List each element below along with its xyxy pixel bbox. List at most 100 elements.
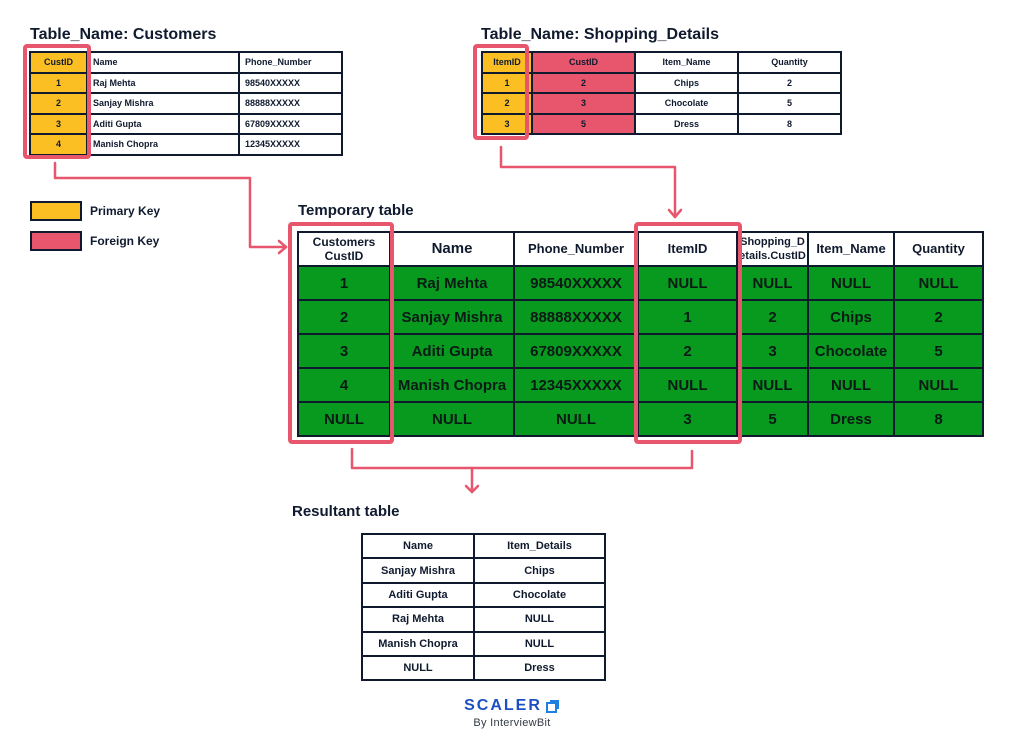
- column-header-customers-custid: Customers CustID: [297, 231, 391, 267]
- temporary-table-title: Temporary table: [298, 202, 414, 219]
- temp-to-resultant-connector: [350, 447, 694, 470]
- cell: NULL: [637, 265, 738, 301]
- cell: 3: [736, 333, 809, 369]
- column-header-phone: Phone_Number: [238, 51, 343, 74]
- table-row: 2 Sanjay Mishra 88888XXXXX: [29, 92, 343, 115]
- column-header-shopping-custid: Shopping_D etails.CustID: [736, 231, 809, 267]
- table-header-row: Name Item_Details: [361, 532, 606, 560]
- table-row: 1 2 Chips 2: [481, 71, 842, 94]
- table-row: 4 Manish Chopra 12345XXXXX: [29, 133, 343, 156]
- table-row: NULL Dress: [361, 654, 606, 682]
- cell-itemid: 2: [481, 92, 533, 115]
- primary-key-swatch: [30, 201, 82, 221]
- column-header-name: Name: [389, 231, 515, 267]
- cell-name: Manish Chopra: [361, 630, 475, 657]
- cell: Aditi Gupta: [389, 333, 515, 369]
- cell-item-details: Chocolate: [473, 581, 606, 609]
- table-row: 2 3 Chocolate 5: [481, 92, 842, 115]
- cell: Raj Mehta: [389, 265, 515, 301]
- cell-phone: 12345XXXXX: [238, 133, 343, 156]
- table-row: Aditi Gupta Chocolate: [361, 581, 606, 609]
- cell-phone: 67809XXXXX: [238, 112, 343, 135]
- column-header-item-details: Item_Details: [473, 532, 606, 560]
- cell: 12345XXXXX: [513, 367, 639, 403]
- cell-name: Raj Mehta: [86, 71, 240, 94]
- logo-name: SCALER: [464, 697, 542, 714]
- column-header-itemid: ItemID: [637, 231, 738, 267]
- cell: 5: [893, 333, 984, 369]
- cell: 2: [736, 299, 809, 335]
- column-header-name: Name: [361, 532, 475, 560]
- cell-quantity: 5: [737, 92, 842, 115]
- legend-foreign-key: Foreign Key: [30, 231, 159, 251]
- cell-name: Aditi Gupta: [361, 581, 475, 609]
- cell-item-details: Dress: [473, 654, 606, 682]
- cell: Chips: [807, 299, 895, 335]
- table-row: 4 Manish Chopra 12345XXXXX NULL NULL NUL…: [297, 367, 984, 403]
- cell: 8: [893, 401, 984, 437]
- header-line: etails.CustID: [739, 250, 806, 262]
- resultant-table-title: Resultant table: [292, 503, 400, 520]
- cell: 3: [297, 333, 391, 369]
- cell: 4: [297, 367, 391, 403]
- column-header-itemid: ItemID: [481, 51, 533, 74]
- column-header-custid: CustID: [29, 51, 88, 74]
- column-header-quantity: Quantity: [737, 51, 842, 74]
- cell-name: Aditi Gupta: [86, 112, 240, 135]
- cell: NULL: [736, 265, 809, 301]
- shopping-table-title: Table_Name: Shopping_Details: [481, 26, 719, 43]
- cell: 1: [637, 299, 738, 335]
- temporary-table: Customers CustID Name Phone_Number ItemI…: [297, 231, 984, 437]
- cell: NULL: [807, 367, 895, 403]
- column-header-item-name: Item_Name: [807, 231, 895, 267]
- legend-label: Foreign Key: [90, 234, 160, 248]
- table-row: 1 Raj Mehta 98540XXXXX NULL NULL NULL NU…: [297, 265, 984, 301]
- table-row: Sanjay Mishra Chips: [361, 557, 606, 584]
- cell-name: Sanjay Mishra: [361, 557, 475, 584]
- cell-item-details: NULL: [473, 606, 606, 633]
- arrow-head-icon: [277, 239, 288, 255]
- cell-phone: 88888XXXXX: [238, 92, 343, 115]
- cell: 3: [637, 401, 738, 437]
- cell-quantity: 8: [737, 112, 842, 135]
- table-row: 3 5 Dress 8: [481, 112, 842, 135]
- table-row: NULL NULL NULL 3 5 Dress 8: [297, 401, 984, 437]
- cell-name: Sanjay Mishra: [86, 92, 240, 115]
- column-header-name: Name: [86, 51, 240, 74]
- cell: 2: [893, 299, 984, 335]
- customers-table-title: Table_Name: Customers: [30, 26, 217, 43]
- cell: NULL: [297, 401, 391, 437]
- cell: NULL: [637, 367, 738, 403]
- cell: NULL: [893, 367, 984, 403]
- cell: Dress: [807, 401, 895, 437]
- cell-custid: 2: [531, 71, 636, 94]
- table-row: 2 Sanjay Mishra 88888XXXXX 1 2 Chips 2: [297, 299, 984, 335]
- table-header-row: CustID Name Phone_Number: [29, 51, 343, 74]
- table-row: Raj Mehta NULL: [361, 606, 606, 633]
- scaler-cube-icon: [545, 699, 560, 713]
- legend-label: Primary Key: [90, 204, 161, 218]
- cell: Chocolate: [807, 333, 895, 369]
- cell-custid: 2: [29, 92, 88, 115]
- cell: Manish Chopra: [389, 367, 515, 403]
- table-row: 3 Aditi Gupta 67809XXXXX: [29, 112, 343, 135]
- column-header-phone: Phone_Number: [513, 231, 639, 267]
- cell-name: Raj Mehta: [361, 606, 475, 633]
- cell-name: NULL: [361, 654, 475, 682]
- cell-itemid: 1: [481, 71, 533, 94]
- arrow-head-icon: [464, 484, 480, 494]
- table-row: Manish Chopra NULL: [361, 630, 606, 657]
- cell: 88888XXXXX: [513, 299, 639, 335]
- shopping-to-temp-connector: [499, 145, 677, 219]
- cell: NULL: [736, 367, 809, 403]
- cell: NULL: [513, 401, 639, 437]
- cell: 5: [736, 401, 809, 437]
- column-header-item-name: Item_Name: [634, 51, 739, 74]
- cell-custid: 4: [29, 133, 88, 156]
- cell-quantity: 2: [737, 71, 842, 94]
- arrow-head-icon: [667, 208, 683, 219]
- cell: 1: [297, 265, 391, 301]
- cell-item-name: Chips: [634, 71, 739, 94]
- header-line: Customers: [312, 235, 376, 249]
- shopping-details-table: ItemID CustID Item_Name Quantity 1 2 Chi…: [481, 51, 842, 135]
